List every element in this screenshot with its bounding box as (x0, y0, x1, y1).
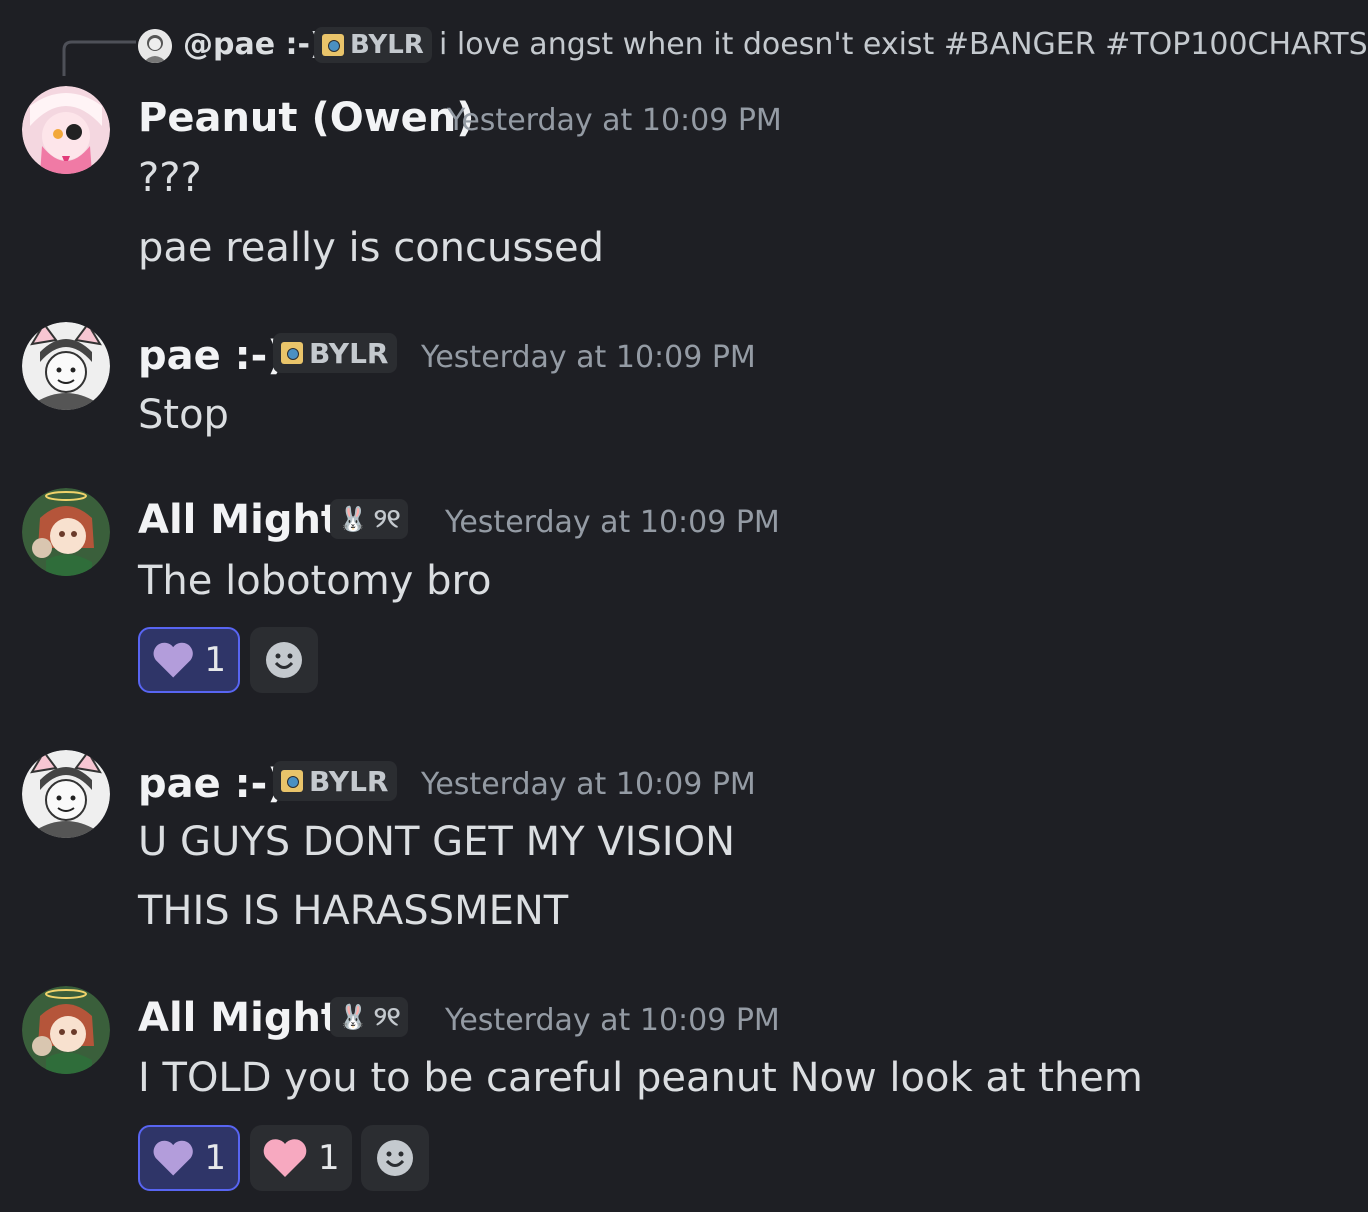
role-tag-label: BYLR (309, 764, 389, 798)
bunny-icon: 🐰 (338, 1003, 368, 1031)
message-text: ??? (138, 155, 202, 201)
reaction-pink-heart[interactable]: 1 (250, 1125, 352, 1191)
author-name[interactable]: pae :-) (138, 333, 286, 379)
reaction-count: 1 (318, 1138, 340, 1178)
reply-spine (62, 40, 136, 76)
reaction-purple-heart[interactable]: 1 (138, 627, 240, 693)
message-text: The lobotomy bro (138, 558, 492, 604)
purple-heart-icon (153, 1140, 193, 1176)
author-name[interactable]: All Might (138, 995, 340, 1041)
pink-heart-icon (263, 1139, 307, 1177)
reply-text[interactable]: i love angst when it doesn't exist #BANG… (439, 27, 1368, 62)
smiley-icon (266, 642, 302, 678)
role-tag-glyph: ୨୧ (373, 503, 401, 534)
timestamp: Yesterday at 10:09 PM (445, 1003, 780, 1038)
message-text: I TOLD you to be careful peanut Now look… (138, 1055, 1143, 1101)
author-name[interactable]: All Might (138, 497, 340, 543)
reaction-count: 1 (204, 1138, 226, 1178)
role-tag: 🐰 ୨୧ (330, 997, 409, 1037)
timestamp: Yesterday at 10:09 PM (421, 340, 756, 375)
role-tag-glyph: ୨୧ (373, 1001, 401, 1032)
timestamp: Yesterday at 10:09 PM (447, 103, 782, 138)
reply-avatar[interactable] (138, 29, 172, 63)
bunny-icon: 🐰 (338, 505, 368, 533)
crest-icon (322, 34, 344, 56)
message-text: U GUYS DONT GET MY VISION (138, 819, 735, 865)
avatar-all-might[interactable] (22, 488, 110, 576)
purple-heart-icon (153, 642, 193, 678)
reply-author[interactable]: @pae :-) (183, 27, 324, 62)
reaction-count: 1 (204, 640, 226, 680)
role-tag: BYLR (273, 761, 397, 801)
role-tag-label: BYLR (309, 336, 389, 370)
avatar-peanut[interactable] (22, 86, 110, 174)
reaction-purple-heart[interactable]: 1 (138, 1125, 240, 1191)
message-text: pae really is concussed (138, 225, 605, 271)
role-tag: BYLR (273, 333, 397, 373)
add-reaction-button[interactable] (250, 627, 318, 693)
message-text: Stop (138, 392, 229, 438)
author-name[interactable]: Peanut (Owen) (138, 95, 475, 141)
timestamp: Yesterday at 10:09 PM (445, 505, 780, 540)
crest-icon (281, 770, 303, 792)
avatar-pae[interactable] (22, 322, 110, 410)
timestamp: Yesterday at 10:09 PM (421, 767, 756, 802)
smiley-icon (377, 1140, 413, 1176)
role-tag: 🐰 ୨୧ (330, 499, 409, 539)
avatar-all-might[interactable] (22, 986, 110, 1074)
add-reaction-button[interactable] (361, 1125, 429, 1191)
crest-icon (281, 342, 303, 364)
avatar-pae[interactable] (22, 750, 110, 838)
message-text: THIS IS HARASSMENT (138, 888, 569, 934)
reply-role-tag: BYLR (314, 27, 432, 63)
author-name[interactable]: pae :-) (138, 761, 286, 807)
reply-tag-label: BYLR (350, 30, 424, 60)
